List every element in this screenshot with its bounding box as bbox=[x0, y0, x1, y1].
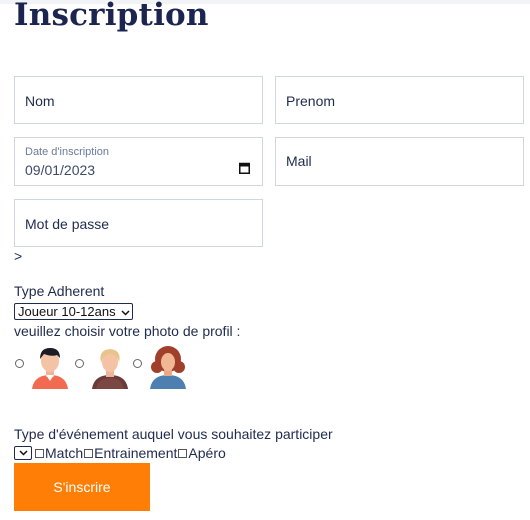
mail-input[interactable]: Mail bbox=[275, 137, 524, 186]
match-label: Match bbox=[45, 445, 84, 461]
entrainement-label: Entrainement bbox=[94, 445, 178, 461]
type-adherent-label: Type Adherent bbox=[14, 283, 105, 299]
event-select[interactable] bbox=[14, 446, 32, 460]
apero-label: Apéro bbox=[188, 445, 226, 461]
date-label: Date d'inscription bbox=[25, 146, 110, 158]
date-value: 09/01/2023 bbox=[25, 162, 96, 178]
password-input[interactable]: Mot de passe bbox=[14, 199, 263, 247]
chevron-down-icon bbox=[18, 450, 28, 456]
match-checkbox[interactable] bbox=[35, 448, 44, 458]
stray-text: > bbox=[14, 248, 23, 264]
nom-input[interactable]: Nom bbox=[14, 76, 263, 124]
photo-label: veuillez choisir votre photo de profil : bbox=[14, 323, 241, 339]
avatar-radio-3[interactable] bbox=[133, 359, 142, 368]
submit-button[interactable]: S'inscrire bbox=[14, 463, 150, 511]
event-label: Type d'événement auquel vous souhaitez p… bbox=[14, 426, 333, 442]
mail-placeholder: Mail bbox=[286, 153, 312, 169]
prenom-placeholder: Prenom bbox=[286, 93, 336, 109]
calendar-icon[interactable] bbox=[239, 162, 250, 174]
password-placeholder: Mot de passe bbox=[25, 216, 110, 232]
avatar-woman-blonde-icon[interactable] bbox=[90, 345, 130, 389]
type-adherent-selected: Joueur 10-12ans bbox=[18, 304, 116, 319]
type-adherent-select[interactable]: Joueur 10-12ans bbox=[14, 303, 134, 320]
entrainement-checkbox[interactable] bbox=[84, 448, 94, 458]
date-input[interactable]: Date d'inscription 09/01/2023 bbox=[14, 137, 263, 186]
avatar-radio-1[interactable] bbox=[15, 359, 24, 368]
avatar-woman-curly-icon[interactable] bbox=[148, 345, 188, 389]
avatar-radio-2[interactable] bbox=[75, 359, 84, 368]
apero-checkbox[interactable] bbox=[178, 448, 188, 458]
prenom-input[interactable]: Prenom bbox=[275, 76, 524, 124]
event-row: Match Entrainement Apéro bbox=[14, 445, 226, 461]
chevron-down-icon bbox=[121, 310, 130, 316]
nom-placeholder: Nom bbox=[25, 93, 55, 109]
avatar-man-icon[interactable] bbox=[30, 345, 70, 389]
page-title: Inscription bbox=[14, 0, 209, 33]
